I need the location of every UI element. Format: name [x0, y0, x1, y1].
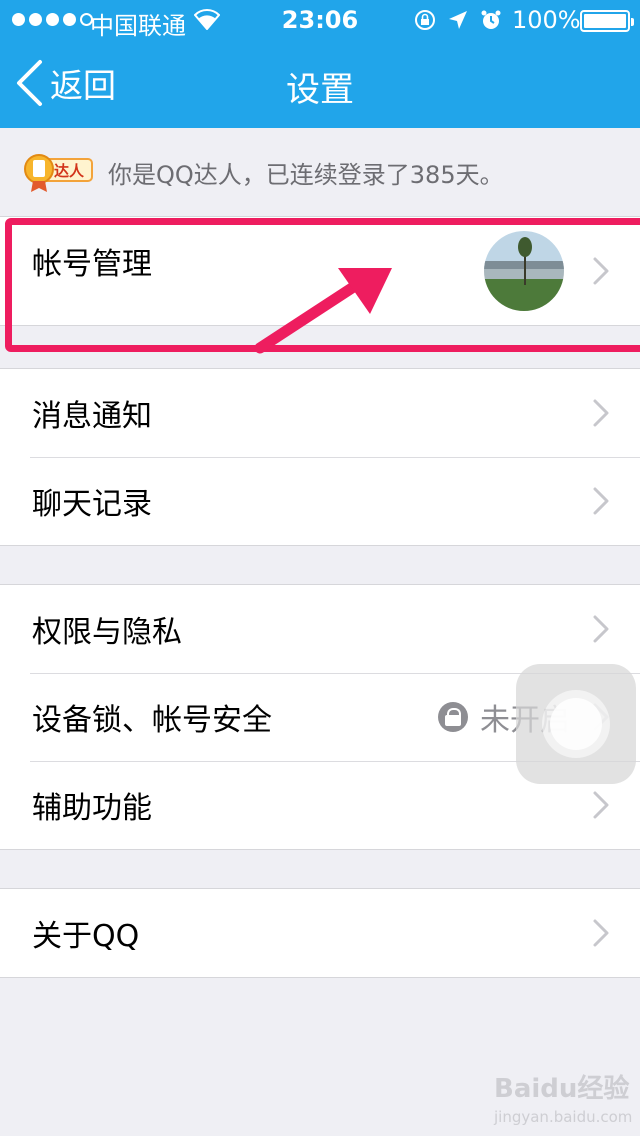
row-label: 消息通知	[32, 399, 152, 434]
location-icon	[449, 11, 467, 29]
avatar	[484, 231, 564, 311]
chevron-right-icon	[593, 919, 609, 947]
notification-group: 消息通知 聊天记录	[0, 368, 640, 546]
chevron-right-icon	[593, 791, 609, 819]
chevron-right-icon	[593, 399, 609, 427]
battery-percentage: 100%	[512, 6, 581, 34]
account-group: 帐号管理	[0, 216, 640, 326]
message-notification-row[interactable]: 消息通知	[0, 369, 640, 457]
privacy-row[interactable]: 权限与隐私	[0, 585, 640, 673]
talent-message: 你是QQ达人，已连续登录了385天。	[108, 160, 504, 189]
lock-icon	[438, 702, 468, 732]
account-management-row[interactable]: 帐号管理	[0, 217, 640, 325]
chat-history-row[interactable]: 聊天记录	[0, 457, 640, 545]
row-label: 帐号管理	[32, 247, 152, 282]
assistive-touch-button[interactable]	[516, 664, 636, 784]
talent-banner: 达人 你是QQ达人，已连续登录了385天。	[24, 150, 504, 194]
row-label: 关于QQ	[32, 919, 140, 954]
baidu-watermark: Baidu经验 jingyan.baidu.com	[488, 1064, 638, 1134]
rotation-lock-icon	[415, 10, 435, 30]
page-title: 设置	[286, 70, 354, 110]
chevron-right-icon	[593, 615, 609, 643]
alarm-icon	[481, 10, 501, 29]
chevron-right-icon	[593, 257, 609, 285]
watermark-url: jingyan.baidu.com	[494, 1108, 633, 1126]
status-bar: 中国联通 23:06 100%	[0, 0, 640, 40]
talent-badge-label: 达人	[54, 162, 85, 180]
top-bar: 中国联通 23:06 100% 返回 设置	[0, 0, 640, 128]
talent-badge-icon: 达人	[24, 150, 94, 194]
row-label: 权限与隐私	[32, 615, 182, 650]
about-group: 关于QQ	[0, 888, 640, 978]
row-label: 辅助功能	[32, 791, 152, 826]
watermark-brand: Baidu经验	[494, 1074, 630, 1104]
chevron-right-icon	[593, 487, 609, 515]
battery-icon	[580, 10, 634, 32]
about-qq-row[interactable]: 关于QQ	[0, 889, 640, 977]
row-label: 设备锁、帐号安全	[32, 703, 272, 738]
row-label: 聊天记录	[32, 487, 152, 522]
